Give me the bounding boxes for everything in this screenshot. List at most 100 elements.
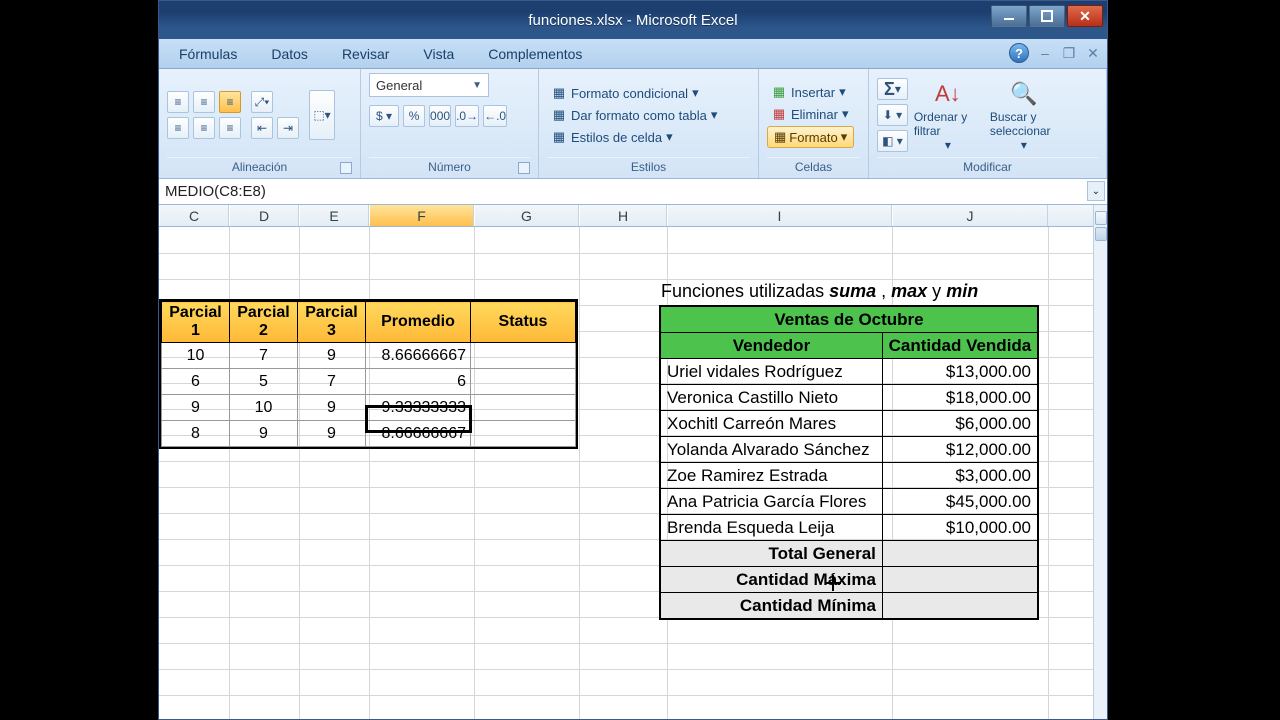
amount-cell[interactable]: $13,000.00	[882, 359, 1037, 385]
column-header-h[interactable]: H	[579, 205, 667, 226]
align-top-button[interactable]: ≡	[167, 91, 189, 113]
grades-cell[interactable]: 9	[298, 421, 366, 447]
grades-cell[interactable]: 10	[162, 343, 230, 369]
close-button[interactable]: ✕	[1067, 5, 1103, 27]
column-header-e[interactable]: E	[299, 205, 369, 226]
thousands-button[interactable]: 000	[429, 105, 451, 127]
cell-styles-button[interactable]: ▦Estilos de celda ▾	[547, 127, 721, 147]
amount-cell[interactable]: $12,000.00	[882, 437, 1037, 463]
delete-button[interactable]: ▦Eliminar ▾	[767, 104, 854, 124]
formula-bar-text: MEDIO(C8:E8)	[165, 183, 266, 200]
vendor-cell[interactable]: Xochitl Carreón Mares	[661, 411, 883, 437]
grades-cell[interactable]: 5	[230, 369, 298, 395]
grades-cell[interactable]	[471, 421, 576, 447]
find-select-button[interactable]: 🔍 Buscar y seleccionar ▾	[988, 74, 1060, 156]
vendor-cell[interactable]: Brenda Esqueda Leija	[661, 515, 883, 541]
grades-cell[interactable]	[471, 369, 576, 395]
delete-icon: ▦	[771, 106, 787, 122]
column-header-i[interactable]: I	[667, 205, 892, 226]
column-header-c[interactable]: C	[159, 205, 229, 226]
increase-indent-button[interactable]: ⇥	[277, 117, 299, 139]
increase-decimal-button[interactable]: .0→	[455, 105, 479, 127]
vendor-cell[interactable]: Uriel vidales Rodríguez	[661, 359, 883, 385]
insert-button[interactable]: ▦Insertar ▾	[767, 82, 854, 102]
percent-button[interactable]: %	[403, 105, 425, 127]
grades-cell[interactable]: 9	[230, 421, 298, 447]
column-header-g[interactable]: G	[474, 205, 579, 226]
fill-button[interactable]: ⬇ ▾	[877, 104, 908, 126]
align-center-button[interactable]: ≡	[193, 117, 215, 139]
grades-cell[interactable]: 8.66666667	[366, 343, 471, 369]
column-header-j[interactable]: J	[892, 205, 1048, 226]
workbook-close-icon[interactable]: ✕	[1085, 45, 1101, 62]
grades-cell[interactable]: 6	[366, 369, 471, 395]
decrease-decimal-button[interactable]: ←.0	[483, 105, 507, 127]
orientation-button[interactable]: ⤢▾	[251, 91, 273, 113]
tab-formulas[interactable]: Fórmulas	[173, 42, 243, 68]
merge-cells-button[interactable]: ⬚▾	[309, 90, 335, 140]
functions-caption: Funciones utilizadas suma , max y min	[661, 281, 978, 302]
vertical-scrollbar[interactable]	[1093, 205, 1107, 719]
vendor-cell[interactable]: Zoe Ramirez Estrada	[661, 463, 883, 489]
format-icon: ▦	[774, 129, 786, 145]
format-button[interactable]: ▦Formato ▾	[767, 126, 854, 148]
grades-cell[interactable]: 9.33333333	[366, 395, 471, 421]
workbook-restore-icon[interactable]: ❐	[1061, 45, 1077, 62]
alineacion-launcher-icon[interactable]	[340, 162, 352, 174]
align-left-button[interactable]: ≡	[167, 117, 189, 139]
numero-launcher-icon[interactable]	[518, 162, 530, 174]
autosum-button[interactable]: Σ ▾	[877, 78, 908, 100]
formula-bar[interactable]: MEDIO(C8:E8) ⌄	[159, 179, 1107, 205]
grades-cell[interactable]	[471, 395, 576, 421]
summary-value[interactable]	[882, 567, 1037, 593]
vendor-cell[interactable]: Veronica Castillo Nieto	[661, 385, 883, 411]
tab-vista[interactable]: Vista	[417, 42, 460, 68]
maximize-button[interactable]	[1029, 5, 1065, 27]
align-middle-button[interactable]: ≡	[193, 91, 215, 113]
summary-label: Cantidad Mínima	[661, 593, 883, 619]
sigma-icon: Σ	[884, 79, 895, 100]
number-format-dropdown[interactable]: General▼	[369, 73, 489, 97]
grades-cell[interactable]: 9	[298, 343, 366, 369]
tab-datos[interactable]: Datos	[265, 42, 314, 68]
grades-cell[interactable]: 8.66666667	[366, 421, 471, 447]
sort-filter-button[interactable]: A↓ Ordenar y filtrar ▾	[912, 74, 984, 156]
amount-cell[interactable]: $45,000.00	[882, 489, 1037, 515]
amount-cell[interactable]: $10,000.00	[882, 515, 1037, 541]
amount-cell[interactable]: $3,000.00	[882, 463, 1037, 489]
summary-label: Cantidad Máxima	[661, 567, 883, 593]
column-header-f[interactable]: F	[369, 205, 474, 226]
column-header-d[interactable]: D	[229, 205, 299, 226]
align-right-button[interactable]: ≡	[219, 117, 241, 139]
grades-cell[interactable]: 10	[230, 395, 298, 421]
grades-cell[interactable]: 6	[162, 369, 230, 395]
summary-value[interactable]	[882, 593, 1037, 619]
help-button[interactable]: ?	[1009, 43, 1029, 63]
clear-button[interactable]: ◧ ▾	[877, 130, 908, 152]
grades-cell[interactable]: 8	[162, 421, 230, 447]
grades-cell[interactable]: 7	[298, 369, 366, 395]
amount-cell[interactable]: $6,000.00	[882, 411, 1037, 437]
grades-cell[interactable]: 9	[298, 395, 366, 421]
scroll-up-icon[interactable]	[1095, 211, 1107, 225]
scroll-thumb[interactable]	[1095, 227, 1107, 241]
align-bottom-button[interactable]: ≡	[219, 91, 241, 113]
vendor-cell[interactable]: Ana Patricia García Flores	[661, 489, 883, 515]
grades-cell[interactable]: 7	[230, 343, 298, 369]
amount-cell[interactable]: $18,000.00	[882, 385, 1037, 411]
tab-revisar[interactable]: Revisar	[336, 42, 395, 68]
summary-value[interactable]	[882, 541, 1037, 567]
decrease-indent-button[interactable]: ⇤	[251, 117, 273, 139]
minimize-button[interactable]	[991, 5, 1027, 27]
workbook-minimize-icon[interactable]: –	[1037, 45, 1053, 61]
conditional-format-button[interactable]: ▦Formato condicional ▾	[547, 83, 721, 103]
format-as-table-button[interactable]: ▦Dar formato como tabla ▾	[547, 105, 721, 125]
tab-complementos[interactable]: Complementos	[482, 42, 588, 68]
currency-button[interactable]: $ ▾	[369, 105, 399, 127]
grades-cell[interactable]	[471, 343, 576, 369]
spreadsheet[interactable]: CDEFGHIJ Parcial 1Parcial 2Parcial 3Prom…	[159, 205, 1107, 719]
ribbon-tabs: Fórmulas Datos Revisar Vista Complemento…	[159, 39, 1107, 69]
vendor-cell[interactable]: Yolanda Alvarado Sánchez	[661, 437, 883, 463]
grades-cell[interactable]: 9	[162, 395, 230, 421]
formula-bar-expand-icon[interactable]: ⌄	[1087, 181, 1105, 201]
